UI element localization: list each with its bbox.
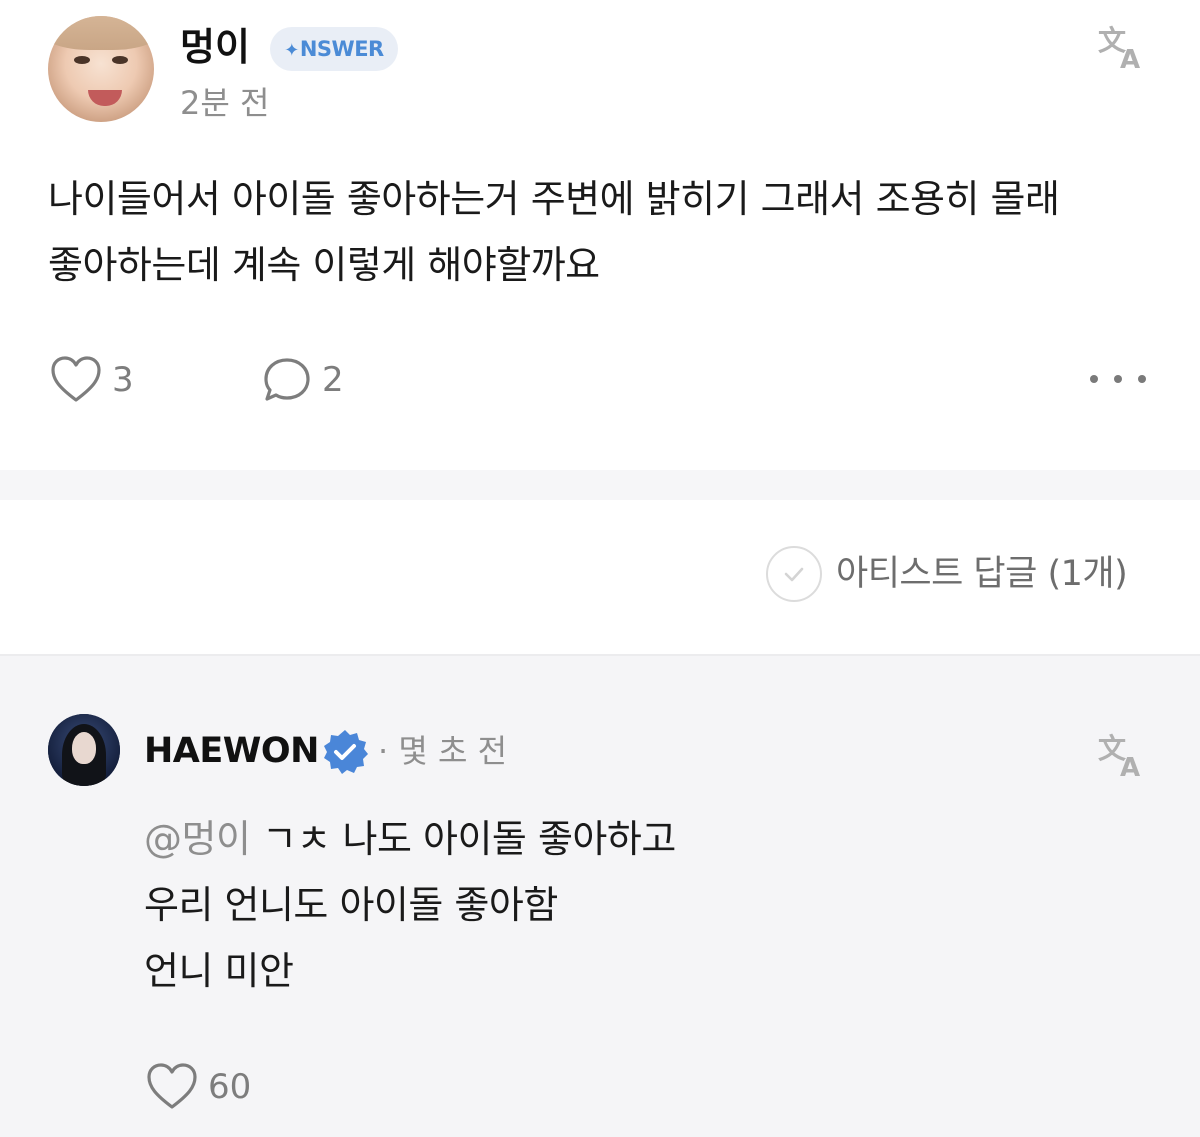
artist-reply-filter-label: 아티스트 답글 (1개): [836, 554, 1128, 594]
post-author-name[interactable]: 멍이: [180, 22, 250, 72]
reply-body-line: @멍이 ㄱㅊ 나도 아이돌 좋아하고: [144, 806, 676, 872]
svg-text:A: A: [1120, 45, 1140, 72]
section-divider: [0, 470, 1200, 500]
post-comment-count: 2: [322, 360, 344, 400]
more-icon-dot: [1138, 375, 1146, 383]
more-icon-dot: [1114, 375, 1122, 383]
post-like-button[interactable]: 3: [50, 355, 134, 405]
reply-body-text: ㄱㅊ 나도 아이돌 좋아하고: [250, 817, 676, 861]
post-author-avatar[interactable]: [48, 16, 154, 122]
post-body-line: 좋아하는데 계속 이렇게 해야할까요: [48, 243, 600, 287]
check-circle-icon: [766, 546, 822, 602]
artist-reply-filter[interactable]: 아티스트 답글 (1개): [766, 546, 1128, 602]
avatar-eye: [74, 56, 90, 64]
mention-link[interactable]: @멍이: [144, 817, 251, 861]
avatar-eye: [112, 56, 128, 64]
reply-timestamp: · 몇 초 전: [378, 732, 508, 770]
comment-icon: [264, 358, 310, 401]
post-body: 나이들어서 아이돌 좋아하는거 주변에 밝히기 그래서 조용히 몰래 좋아하는데…: [48, 166, 1168, 298]
heart-icon: [51, 356, 101, 402]
translate-icon[interactable]: 文 A: [1096, 728, 1148, 783]
avatar-face: [72, 732, 96, 764]
post-comment-button[interactable]: 2: [262, 355, 344, 405]
more-icon-dot: [1090, 375, 1098, 383]
avatar-mouth: [88, 90, 122, 106]
translate-icon[interactable]: 文 A: [1096, 20, 1148, 75]
avatar-hair: [48, 16, 154, 50]
verified-icon: [320, 727, 370, 777]
post-timestamp: 2분 전: [180, 84, 270, 122]
reply-like-button[interactable]: 60: [146, 1062, 251, 1112]
nswer-badge: ✦NSWER: [270, 27, 398, 71]
heart-icon: [147, 1063, 197, 1109]
reply-body-line: 언니 미안: [144, 949, 294, 993]
svg-text:A: A: [1120, 753, 1140, 780]
sparkle-icon: ✦: [284, 40, 299, 61]
post-like-count: 3: [112, 360, 134, 400]
reply-author-name[interactable]: HAEWON: [144, 726, 319, 776]
reply-like-count: 60: [208, 1067, 252, 1107]
reply-body: @멍이 ㄱㅊ 나도 아이돌 좋아하고 우리 언니도 아이돌 좋아함 언니 미안: [144, 806, 676, 1004]
post-body-line: 나이들어서 아이돌 좋아하는거 주변에 밝히기 그래서 조용히 몰래: [48, 177, 1060, 221]
reply-author-avatar[interactable]: [48, 714, 120, 786]
reply-body-line: 우리 언니도 아이돌 좋아함: [144, 883, 558, 927]
more-options-button[interactable]: [1090, 362, 1146, 396]
badge-label: NSWER: [299, 37, 384, 61]
